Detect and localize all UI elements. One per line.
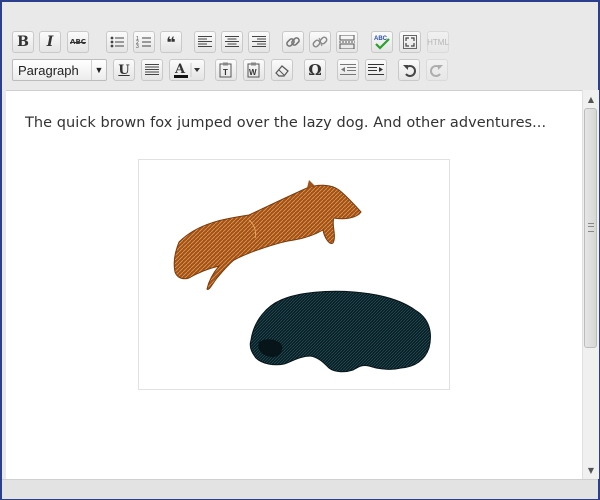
svg-text:3: 3 — [136, 44, 139, 49]
numbered-list-icon: 123 — [136, 36, 151, 49]
unlink-button[interactable] — [309, 31, 331, 53]
html-button[interactable]: HTML — [427, 31, 449, 53]
justify-button[interactable] — [141, 59, 163, 81]
clear-formatting-button[interactable] — [271, 59, 293, 81]
svg-text:A: A — [174, 62, 186, 77]
editor-frame: B I ABC 123 ❝ ABC HTML Paragraph ▼ U A T… — [0, 0, 600, 500]
align-left-icon — [198, 36, 212, 47]
italic-icon: I — [46, 34, 54, 50]
read-more-icon — [339, 35, 355, 49]
redo-button[interactable] — [426, 59, 448, 81]
numbered-list-button[interactable]: 123 — [133, 31, 155, 53]
justify-icon — [145, 64, 159, 75]
indent-button[interactable] — [365, 59, 387, 81]
paste-text-button[interactable]: T — [215, 59, 237, 81]
format-select-value: Paragraph — [18, 63, 79, 78]
strikethrough-button[interactable]: ABC — [67, 31, 89, 53]
svg-text:W: W — [249, 68, 257, 77]
undo-button[interactable] — [398, 59, 420, 81]
fox-and-dog-illustration — [173, 180, 431, 373]
undo-icon — [403, 65, 416, 77]
spellcheck-icon: ABC — [374, 36, 390, 50]
chevron-down-icon: ▼ — [91, 60, 106, 80]
bullet-list-button[interactable] — [106, 31, 128, 53]
outdent-button[interactable] — [337, 59, 359, 81]
eraser-icon — [275, 65, 289, 77]
scroll-up-icon[interactable]: ▲ — [583, 92, 599, 106]
italic-button[interactable]: I — [39, 31, 61, 53]
insert-link-button[interactable] — [282, 31, 304, 53]
outdent-icon — [340, 64, 356, 75]
text-color-icon: A — [174, 62, 200, 78]
content-paragraph: The quick brown fox jumped over the lazy… — [25, 115, 547, 131]
format-select[interactable]: Paragraph ▼ — [12, 59, 107, 81]
text-color-button[interactable]: A — [169, 59, 205, 81]
toolbar: B I ABC 123 ❝ ABC HTML Paragraph ▼ U A T… — [2, 2, 598, 88]
strikethrough-icon: ABC — [70, 38, 86, 46]
align-right-button[interactable] — [248, 31, 270, 53]
fullscreen-icon — [403, 35, 417, 49]
spellcheck-button[interactable]: ABC — [371, 31, 393, 53]
paste-word-icon: W — [247, 62, 260, 78]
blockquote-button[interactable]: ❝ — [160, 31, 182, 53]
blockquote-icon: ❝ — [166, 32, 176, 52]
unlink-icon — [312, 36, 328, 48]
insert-more-button[interactable] — [336, 31, 358, 53]
align-right-icon — [252, 36, 266, 47]
paste-word-button[interactable]: W — [243, 59, 265, 81]
svg-text:T: T — [223, 68, 228, 77]
bold-button[interactable]: B — [12, 31, 34, 53]
status-bar — [2, 479, 598, 499]
align-left-button[interactable] — [194, 31, 216, 53]
scrollbar-thumb[interactable] — [584, 108, 597, 348]
fox-drawing — [173, 180, 362, 290]
embedded-image[interactable] — [138, 159, 450, 390]
paste-text-icon: T — [219, 62, 232, 78]
redo-icon — [430, 65, 443, 77]
editor-content[interactable]: The quick brown fox jumped over the lazy… — [6, 90, 582, 480]
underline-button[interactable]: U — [113, 59, 135, 81]
fullscreen-button[interactable] — [399, 31, 421, 53]
scrollbar-grip-icon — [588, 223, 594, 232]
link-icon — [286, 37, 300, 47]
special-character-button[interactable]: Ω — [304, 59, 326, 81]
html-icon: HTML — [427, 37, 449, 47]
align-center-icon — [225, 36, 239, 47]
omega-icon: Ω — [308, 61, 322, 79]
vertical-scrollbar[interactable]: ▲ ▼ — [582, 90, 599, 479]
scroll-down-icon[interactable]: ▼ — [583, 463, 599, 477]
underline-icon: U — [118, 62, 130, 78]
bullet-list-icon — [110, 36, 124, 48]
align-center-button[interactable] — [221, 31, 243, 53]
bold-icon: B — [17, 34, 29, 50]
dog-drawing — [249, 290, 431, 373]
indent-icon — [368, 64, 384, 75]
